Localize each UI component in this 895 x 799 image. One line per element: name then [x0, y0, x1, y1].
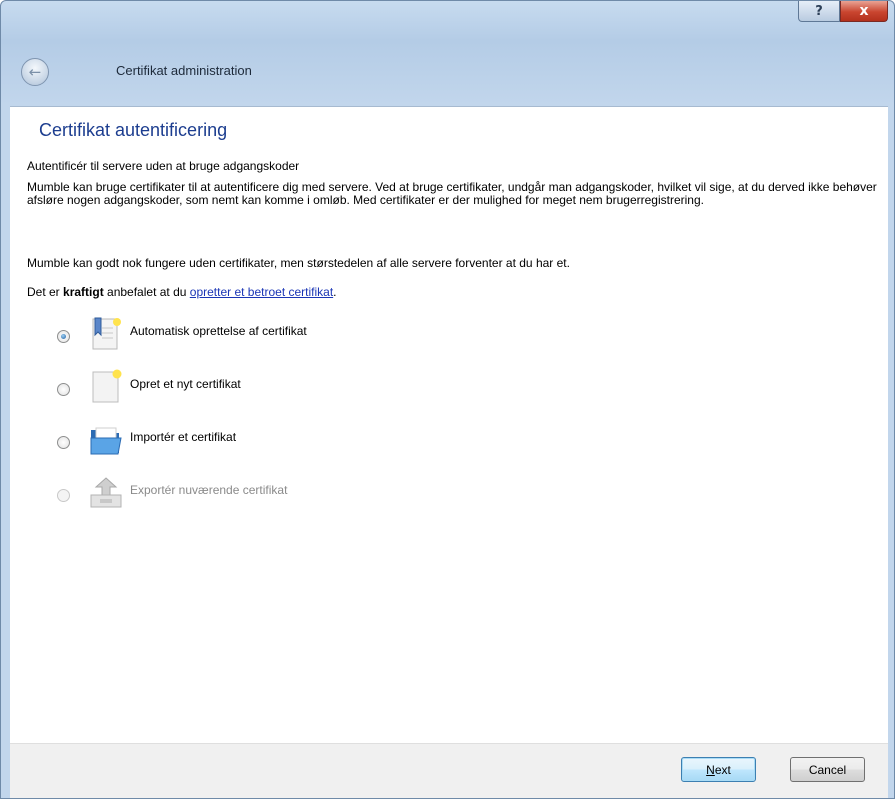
option-import-certificate[interactable]: Importér et certifikat: [57, 427, 236, 455]
export-tray-icon: [88, 475, 124, 511]
radio-new-certificate[interactable]: [57, 383, 70, 396]
page-subtitle: Autentificér til servere uden at bruge a…: [27, 159, 300, 173]
info-paragraph: Mumble kan godt nok fungere uden certifi…: [27, 256, 570, 270]
radio-automatic-certificate[interactable]: [57, 330, 70, 343]
option-label: Automatisk oprettelse af certifikat: [130, 324, 307, 338]
option-label: Importér et certifikat: [130, 430, 237, 444]
next-mnemonic: N: [706, 762, 715, 777]
option-new-certificate[interactable]: Opret et nyt certifikat: [57, 369, 241, 403]
recommendation-suffix: .: [333, 285, 337, 299]
next-label: ext: [714, 762, 731, 777]
title-bar: ? x: [1, 1, 894, 35]
cancel-button[interactable]: Cancel: [790, 757, 865, 782]
option-export-certificate: Exportér nuværende certifikat: [57, 477, 287, 508]
recommendation-prefix: Det er: [27, 285, 64, 299]
radio-export-certificate: [57, 489, 70, 502]
bookmark-certificate-icon: [88, 316, 124, 352]
new-document-icon: [88, 369, 124, 405]
help-button[interactable]: ?: [798, 1, 840, 22]
next-button[interactable]: Next: [681, 757, 756, 782]
wizard-window: ? x ← Certifikat administration Certifik…: [0, 0, 895, 799]
window-controls: ? x: [798, 1, 888, 22]
close-button[interactable]: x: [840, 1, 888, 22]
recommendation-paragraph: Det er kraftigt anbefalet at du opretter…: [27, 286, 882, 299]
trusted-certificate-link[interactable]: opretter et betroet certifikat: [190, 285, 333, 299]
recommendation-middle: anbefalet at du: [103, 285, 190, 299]
wizard-footer: Next Cancel: [10, 743, 888, 798]
option-label: Exportér nuværende certifikat: [130, 483, 288, 497]
option-label: Opret et nyt certifikat: [130, 377, 241, 391]
page-heading: Certifikat autentificering: [39, 120, 228, 140]
back-arrow-icon: ←: [28, 63, 42, 81]
option-automatic-certificate[interactable]: Automatisk oprettelse af certifikat: [57, 317, 307, 350]
back-button[interactable]: ←: [21, 58, 49, 86]
description-paragraph: Mumble kan bruge certifikater til at aut…: [27, 180, 877, 207]
wizard-content: Certifikat autentificering Autentificér …: [10, 106, 888, 744]
recommendation-emphasis: kraftigt: [63, 285, 104, 299]
folder-icon: [88, 422, 124, 458]
wizard-title: Certifikat administration: [116, 63, 252, 78]
radio-import-certificate[interactable]: [57, 436, 70, 449]
